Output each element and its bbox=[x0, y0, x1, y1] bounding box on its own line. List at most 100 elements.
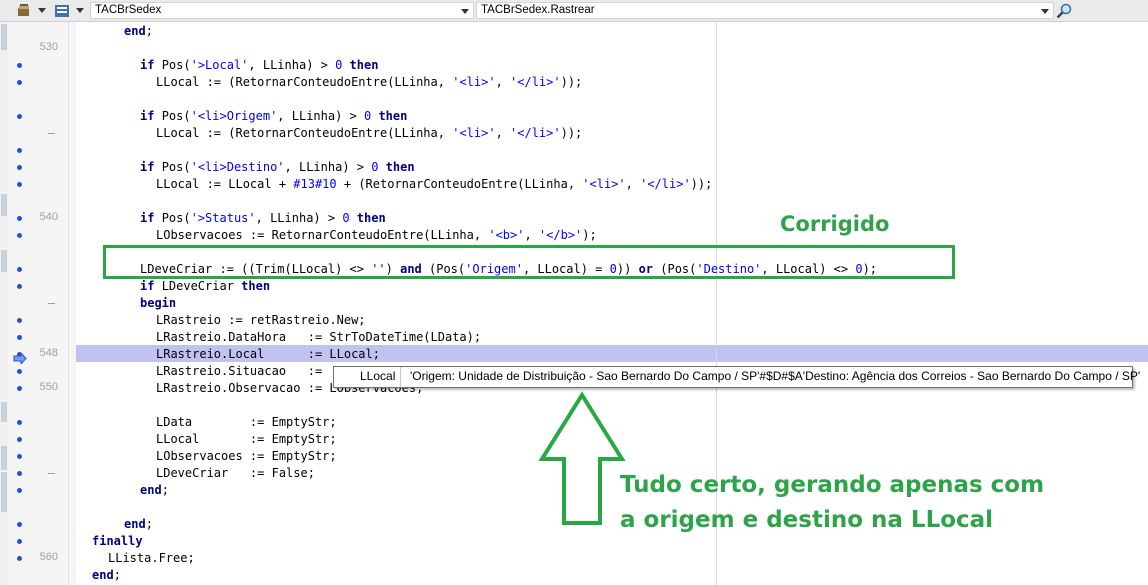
code-line[interactable]: if Pos('>Local', LLinha) > 0 then bbox=[140, 57, 378, 74]
code-line[interactable]: LObservacoes := RetornarConteudoEntre(LL… bbox=[156, 227, 597, 244]
code-line[interactable]: begin bbox=[140, 295, 176, 312]
annotation-note: Tudo certo, gerando apenas com a origem … bbox=[620, 468, 1140, 538]
code-token: LRastreio.Situacao := bbox=[156, 364, 330, 378]
search-icon[interactable] bbox=[1056, 3, 1072, 19]
annotation-note-line: Tudo certo, gerando apenas com bbox=[620, 472, 1045, 498]
unit-dropdown-arrow-icon[interactable] bbox=[38, 8, 46, 13]
code-token: '>Local' bbox=[190, 58, 249, 72]
chevron-down-icon[interactable] bbox=[1041, 9, 1049, 14]
method-combo-value: TACBrSedex.Rastrear bbox=[481, 4, 595, 16]
code-token: if bbox=[140, 58, 162, 72]
unit-combo[interactable]: TACBrSedex bbox=[90, 2, 474, 19]
code-token: Pos( bbox=[161, 211, 191, 225]
breakpoint-dot-icon[interactable] bbox=[17, 437, 22, 442]
chevron-down-icon[interactable] bbox=[461, 9, 469, 14]
code-line[interactable]: LData := EmptyStr; bbox=[156, 414, 337, 431]
breakpoint-dot-icon[interactable] bbox=[17, 386, 22, 391]
fold-marker-icon[interactable] bbox=[48, 133, 55, 134]
breakpoint-dot-icon[interactable] bbox=[17, 165, 22, 170]
line-number: 548 bbox=[39, 347, 58, 359]
corrected-highlight-box bbox=[103, 245, 955, 279]
breakpoint-dot-icon[interactable] bbox=[17, 556, 22, 561]
code-line[interactable]: LRastreio.DataHora := StrToDateTime(LDat… bbox=[156, 329, 481, 346]
code-line[interactable]: LLocal := (RetornarConteudoEntre(LLinha,… bbox=[156, 74, 582, 91]
code-token: '<li>' bbox=[452, 75, 496, 89]
breakpoint-dot-icon[interactable] bbox=[17, 522, 22, 527]
change-mark bbox=[1, 446, 7, 470]
code-line[interactable]: LLocal := LLocal + #13#10 + (RetornarCon… bbox=[156, 176, 712, 193]
code-token: #13#10 bbox=[293, 177, 337, 191]
code-line[interactable]: LLocal := (RetornarConteudoEntre(LLinha,… bbox=[156, 125, 582, 142]
tooltip-variable-value: 'Origem: Unidade de Distribuição - Sao B… bbox=[410, 369, 1141, 383]
breakpoint-dot-icon[interactable] bbox=[17, 216, 22, 221]
code-line[interactable]: end; bbox=[124, 516, 153, 533]
code-token: if bbox=[140, 109, 162, 123]
code-token: LRastreio.Local := LLocal; bbox=[156, 347, 380, 361]
breakpoint-dot-icon[interactable] bbox=[17, 267, 22, 272]
code-line[interactable]: if Pos('<li>Destino', LLinha) > 0 then bbox=[140, 159, 415, 176]
code-token: '</b>' bbox=[538, 228, 583, 242]
breakpoint-dot-icon[interactable] bbox=[17, 420, 22, 425]
code-token: then bbox=[371, 109, 408, 123]
code-token: '<li>Destino' bbox=[190, 160, 285, 174]
code-token: LLocal := (RetornarConteudoEntre(LLinha, bbox=[156, 126, 453, 140]
breakpoint-dot-icon[interactable] bbox=[17, 335, 22, 340]
code-token: 0 bbox=[342, 211, 350, 225]
breakpoint-dot-icon[interactable] bbox=[17, 148, 22, 153]
procedure-dropdown-arrow-icon[interactable] bbox=[76, 8, 84, 13]
fold-marker-icon[interactable] bbox=[48, 473, 55, 474]
unit-icon[interactable] bbox=[16, 3, 32, 19]
breakpoint-dot-icon[interactable] bbox=[17, 369, 22, 374]
code-token: begin bbox=[140, 296, 177, 310]
method-combo[interactable]: TACBrSedex.Rastrear bbox=[476, 2, 1054, 19]
breakpoint-dot-icon[interactable] bbox=[17, 318, 22, 323]
breakpoint-dot-icon[interactable] bbox=[17, 233, 22, 238]
breakpoint-dot-icon[interactable] bbox=[17, 63, 22, 68]
code-token: LLocal := EmptyStr; bbox=[156, 432, 337, 446]
code-token: end bbox=[124, 517, 146, 531]
code-line[interactable]: end; bbox=[124, 23, 153, 40]
breakpoint-dot-icon[interactable] bbox=[17, 471, 22, 476]
code-line[interactable]: LRastreio.Local := LLocal; bbox=[156, 346, 380, 363]
code-token: )); bbox=[690, 177, 713, 191]
breakpoint-dot-icon[interactable] bbox=[17, 284, 22, 289]
breakpoint-dot-icon[interactable] bbox=[17, 488, 22, 493]
code-line[interactable]: if LDeveCriar then bbox=[140, 278, 270, 295]
breakpoint-dot-icon[interactable] bbox=[17, 114, 22, 119]
code-line[interactable]: LLocal := EmptyStr; bbox=[156, 431, 337, 448]
procedure-list-icon[interactable] bbox=[54, 3, 70, 19]
breakpoint-dot-icon[interactable] bbox=[17, 182, 22, 187]
breakpoint-dot-icon[interactable] bbox=[17, 80, 22, 85]
code-token: then bbox=[349, 211, 386, 225]
breakpoint-dot-icon[interactable] bbox=[17, 454, 22, 459]
code-token: LDeveCriar bbox=[161, 279, 242, 293]
execution-point-icon bbox=[13, 349, 27, 366]
change-mark bbox=[1, 250, 7, 272]
up-arrow-annotation bbox=[538, 391, 626, 525]
fold-marker-icon[interactable] bbox=[48, 303, 55, 304]
code-token: LObservacoes := EmptyStr; bbox=[156, 449, 337, 463]
code-line[interactable]: LRastreio.Situacao := bbox=[156, 363, 329, 380]
breakpoint-dot-icon[interactable] bbox=[17, 539, 22, 544]
code-token: ; bbox=[145, 517, 153, 531]
change-mark bbox=[1, 24, 7, 50]
debug-evaluation-tooltip: LLocal 'Origem: Unidade de Distribuição … bbox=[333, 366, 1140, 388]
code-token: '</li>' bbox=[510, 126, 561, 140]
code-token: , bbox=[495, 126, 511, 140]
code-line[interactable]: if Pos('>Status', LLinha) > 0 then bbox=[140, 210, 386, 227]
code-line[interactable]: if Pos('<li>Origem', LLinha) > 0 then bbox=[140, 108, 407, 125]
code-token: , bbox=[495, 75, 511, 89]
code-line[interactable]: LRastreio := retRastreio.New; bbox=[156, 312, 366, 329]
code-token: , LLinha) > bbox=[277, 109, 364, 123]
code-line[interactable]: end; bbox=[140, 482, 169, 499]
code-token: end bbox=[140, 483, 162, 497]
code-line[interactable]: end; bbox=[92, 567, 121, 584]
code-line[interactable]: LDeveCriar := False; bbox=[156, 465, 315, 482]
editor-gutter bbox=[0, 22, 76, 585]
code-token: '>Status' bbox=[190, 211, 256, 225]
code-token: '</li>' bbox=[640, 177, 691, 191]
code-line[interactable]: LLista.Free; bbox=[108, 550, 195, 567]
code-line[interactable]: LObservacoes := EmptyStr; bbox=[156, 448, 337, 465]
code-token: end bbox=[92, 568, 114, 582]
code-line[interactable]: finally bbox=[92, 533, 143, 550]
